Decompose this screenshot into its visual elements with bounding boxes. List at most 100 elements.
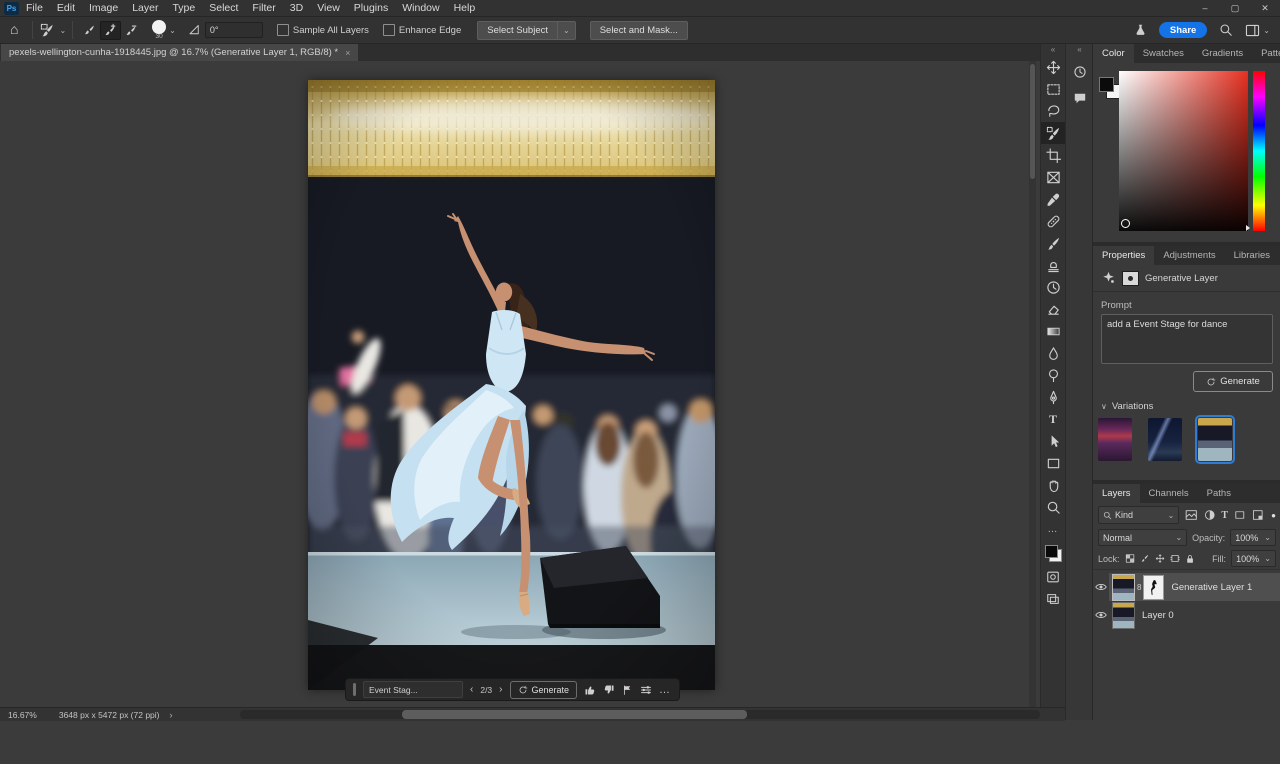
edit-toolbar-button[interactable]: … [1041, 518, 1065, 540]
layer-row-layer-0[interactable]: Layer 0 [1093, 601, 1280, 629]
taskbar-generate-button[interactable]: Generate [510, 681, 578, 699]
filter-smart-objects-icon[interactable] [1252, 509, 1264, 521]
tool-selection-brush[interactable] [1041, 122, 1065, 144]
enhance-edge-checkbox[interactable]: Enhance Edge [383, 24, 461, 36]
layer-mask-thumbnail[interactable] [1143, 575, 1164, 600]
tool-spot-healing-brush[interactable] [1041, 210, 1065, 232]
filter-adjustment-layers-icon[interactable] [1204, 509, 1216, 521]
more-options-icon[interactable]: … [659, 684, 671, 696]
layer-visibility-toggle[interactable] [1093, 611, 1109, 619]
lock-transparent-pixels-icon[interactable] [1125, 553, 1135, 564]
report-flag-icon[interactable] [622, 684, 633, 696]
tool-frame[interactable] [1041, 166, 1065, 188]
blend-mode-select[interactable]: Normal⌄ [1098, 529, 1187, 546]
filter-type-layers-icon[interactable]: T [1221, 510, 1228, 521]
select-subject-button[interactable]: Select Subject [477, 21, 558, 40]
variation-thumbnail-1[interactable] [1098, 418, 1132, 461]
tool-history-brush[interactable] [1041, 276, 1065, 298]
tool-gradient[interactable] [1041, 320, 1065, 342]
menu-view[interactable]: View [310, 0, 347, 16]
thumbs-up-icon[interactable] [584, 684, 596, 696]
screen-mode-button[interactable] [1041, 588, 1065, 610]
tab-color[interactable]: Color [1093, 44, 1134, 63]
tool-zoom[interactable] [1041, 496, 1065, 518]
lock-image-pixels-icon[interactable] [1140, 553, 1150, 564]
properties-sliders-icon[interactable] [640, 684, 652, 696]
tab-gradients[interactable]: Gradients [1193, 44, 1252, 63]
tool-dodge[interactable] [1041, 364, 1065, 386]
generate-button[interactable]: Generate [1193, 371, 1273, 392]
filter-pixel-layers-icon[interactable] [1185, 509, 1198, 521]
home-icon[interactable]: ⌂ [10, 21, 18, 37]
color-panel-swatch-pair[interactable] [1099, 77, 1121, 99]
layer-filtering-toggle[interactable]: ● [1271, 511, 1276, 520]
tool-eyedropper[interactable] [1041, 188, 1065, 210]
sample-all-layers-checkbox[interactable]: Sample All Layers [277, 24, 369, 36]
tool-brush[interactable] [1041, 232, 1065, 254]
prompt-textarea[interactable]: add a Event Stage for dance [1101, 314, 1273, 364]
select-and-mask-button[interactable]: Select and Mask... [590, 21, 688, 40]
tool-rectangular-marquee[interactable] [1041, 78, 1065, 100]
tab-layers[interactable]: Layers [1093, 484, 1140, 503]
lock-all-icon[interactable] [1185, 553, 1195, 565]
layer-mask-link-icon[interactable]: 8 [1137, 583, 1141, 592]
menu-image[interactable]: Image [82, 0, 125, 16]
menu-layer[interactable]: Layer [125, 0, 165, 16]
previous-variation-icon[interactable]: ‹ [470, 684, 473, 695]
taskbar-prompt-input[interactable]: Event Stag... [363, 681, 463, 698]
tool-crop[interactable] [1041, 144, 1065, 166]
status-info-chevron-icon[interactable]: › [170, 710, 173, 720]
lock-position-icon[interactable] [1155, 553, 1165, 564]
tool-rectangle-shape[interactable] [1041, 452, 1065, 474]
expand-panels-icon[interactable]: « [1066, 44, 1093, 56]
layer-filter-type-select[interactable]: Kind ⌄ [1098, 506, 1179, 524]
subtract-from-selection-mode-button[interactable] [121, 21, 142, 40]
layer-name[interactable]: Generative Layer 1 [1171, 582, 1252, 593]
tab-adjustments[interactable]: Adjustments [1154, 246, 1224, 265]
tool-path-selection[interactable] [1041, 430, 1065, 452]
minimize-button[interactable]: – [1190, 1, 1220, 16]
tool-blur[interactable] [1041, 342, 1065, 364]
menu-filter[interactable]: Filter [245, 0, 282, 16]
select-subject-dropdown[interactable]: ⌄ [558, 21, 576, 40]
foreground-color-swatch[interactable] [1045, 545, 1058, 558]
canvas-vertical-scrollbar[interactable] [1029, 61, 1036, 707]
menu-plugins[interactable]: Plugins [347, 0, 395, 16]
foreground-background-color-swatches[interactable] [1041, 540, 1065, 566]
comments-panel-icon[interactable] [1070, 88, 1090, 108]
close-window-button[interactable]: ✕ [1250, 1, 1280, 16]
next-variation-icon[interactable]: › [499, 684, 502, 695]
menu-select[interactable]: Select [202, 0, 245, 16]
layer-thumbnail[interactable] [1112, 574, 1135, 601]
opacity-select[interactable]: 100%⌄ [1230, 529, 1276, 546]
lock-artboard-icon[interactable] [1170, 553, 1180, 564]
variation-thumbnail-2[interactable] [1148, 418, 1182, 461]
color-saturation-brightness-field[interactable] [1119, 71, 1248, 231]
angle-input[interactable]: 0° [205, 22, 263, 38]
hue-slider-marker[interactable] [1246, 225, 1250, 231]
tab-properties[interactable]: Properties [1093, 246, 1154, 265]
tool-type[interactable]: T [1041, 408, 1065, 430]
scrollbar-thumb[interactable] [1030, 64, 1035, 179]
document-tab[interactable]: pexels-wellington-cunha-1918445.jpg @ 16… [1, 44, 358, 61]
menu-file[interactable]: File [19, 0, 50, 16]
tool-clone-stamp[interactable] [1041, 254, 1065, 276]
tab-paths[interactable]: Paths [1198, 484, 1240, 503]
menu-window[interactable]: Window [395, 0, 446, 16]
search-icon[interactable] [1219, 23, 1233, 37]
variation-thumbnail-3-selected[interactable] [1198, 418, 1232, 461]
share-button[interactable]: Share [1159, 22, 1207, 38]
tab-channels[interactable]: Channels [1140, 484, 1198, 503]
tool-hand[interactable] [1041, 474, 1065, 496]
collapse-toolbar-icon[interactable]: « [1041, 44, 1065, 56]
layer-row-generative-layer-1[interactable]: 8 Generative Layer 1 [1093, 573, 1280, 601]
document-canvas-image[interactable] [308, 80, 715, 690]
history-panel-icon[interactable] [1070, 62, 1090, 82]
tab-swatches[interactable]: Swatches [1134, 44, 1193, 63]
status-zoom-level[interactable]: 16.67% [0, 710, 45, 720]
workspace-switcher[interactable]: ⌄ [1245, 24, 1270, 37]
menu-help[interactable]: Help [447, 0, 483, 16]
thumbs-down-icon[interactable] [603, 684, 615, 696]
tool-preset-picker[interactable]: ⌄ [39, 23, 66, 38]
tab-patterns[interactable]: Patterns [1252, 44, 1280, 63]
